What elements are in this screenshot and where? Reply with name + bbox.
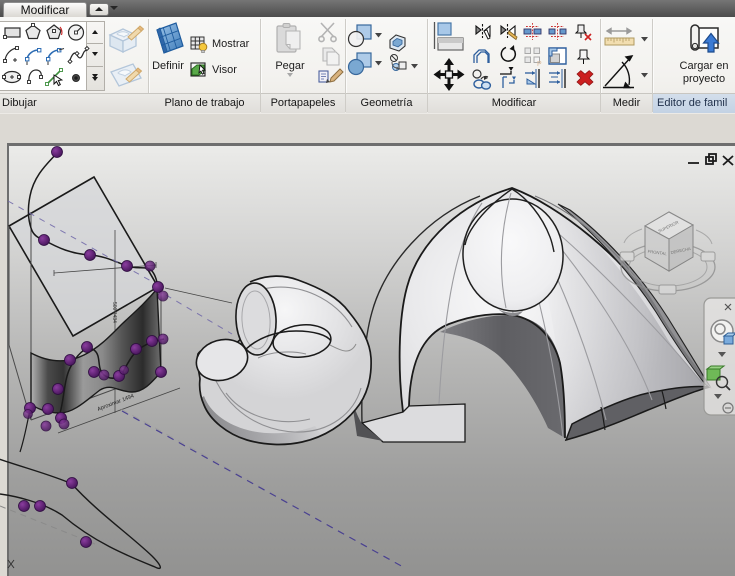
svg-text:P: P xyxy=(537,61,542,68)
svg-text:500 1434: 500 1434 xyxy=(111,302,117,323)
